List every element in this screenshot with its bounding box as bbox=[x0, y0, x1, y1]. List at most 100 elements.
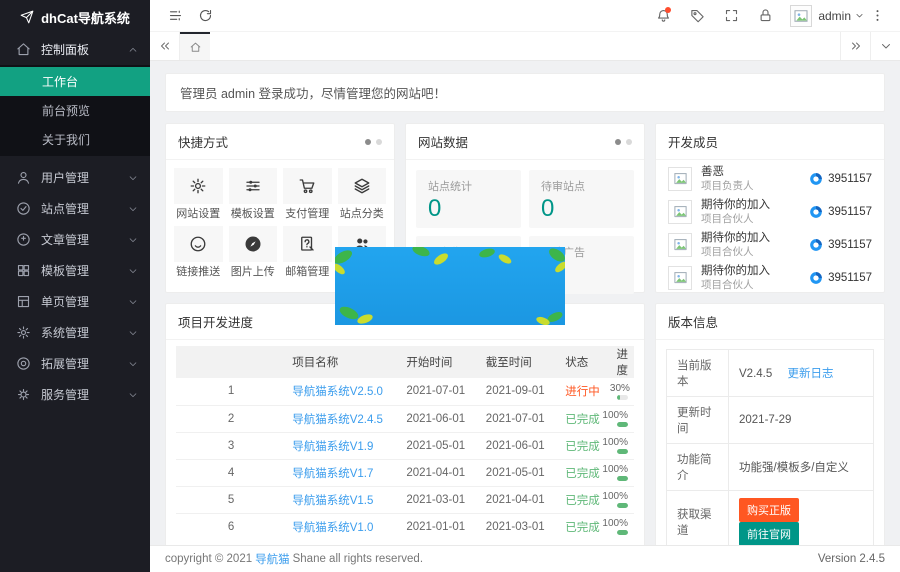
carousel-dots bbox=[615, 139, 632, 145]
project-link[interactable]: 导航猫系统V1.5 bbox=[292, 495, 373, 507]
sidebar-item-user-management[interactable]: 用户管理 bbox=[0, 162, 150, 193]
progress-percent: 100% bbox=[602, 410, 628, 421]
tag-button[interactable] bbox=[680, 0, 714, 32]
end-date: 2021-07-01 bbox=[480, 405, 559, 432]
tabs-scroll-left-button[interactable] bbox=[150, 32, 180, 60]
table-row[interactable]: 1 导航猫系统V2.5.0 2021-07-01 2021-09-01 进行中 … bbox=[176, 378, 634, 405]
project-link[interactable]: 导航猫系统V2.4.5 bbox=[292, 414, 383, 426]
end-date: 2021-04-01 bbox=[480, 486, 559, 513]
progress: 100% bbox=[617, 518, 629, 535]
control-panel-submenu: 工作台 前台预览 关于我们 bbox=[0, 65, 150, 156]
table-row[interactable]: 4 导航猫系统V1.7 2021-04-01 2021-05-01 已完成 10… bbox=[176, 459, 634, 486]
tabs-scroll-right-button[interactable] bbox=[840, 32, 870, 60]
project-link[interactable]: 导航猫系统V1.0 bbox=[292, 522, 373, 534]
status-badge: 已完成 bbox=[565, 441, 600, 453]
quick-action-template-settings[interactable]: 模板设置 bbox=[229, 168, 278, 220]
buy-genuine-button[interactable]: 购买正版 bbox=[739, 498, 799, 522]
stat-value: 0 bbox=[428, 196, 509, 222]
top-header: admin bbox=[150, 0, 900, 32]
welcome-banner: 管理员 admin 登录成功，尽情管理您的网站吧！ bbox=[165, 73, 885, 112]
quick-action-link-push[interactable]: 链接推送 bbox=[174, 226, 223, 278]
fullscreen-button[interactable] bbox=[714, 0, 748, 32]
qq-icon bbox=[809, 271, 823, 285]
project-link[interactable]: 导航猫系统V1.9 bbox=[292, 441, 373, 453]
version-info-card: 版本信息 当前版本 V2.4.5 更新日志 更新时间 2021-7-29 bbox=[655, 303, 885, 545]
sidebar-item-system-management[interactable]: 系统管理 bbox=[0, 317, 150, 348]
version-info-title: 版本信息 bbox=[668, 312, 718, 331]
carousel-dot-active[interactable] bbox=[615, 139, 621, 145]
member-name: 善恶 bbox=[701, 166, 809, 178]
user-menu[interactable]: admin bbox=[818, 9, 864, 23]
cart-icon bbox=[283, 168, 332, 204]
progress-percent: 100% bbox=[602, 464, 628, 475]
end-date: 2021-09-01 bbox=[480, 378, 559, 405]
progress-bar bbox=[617, 476, 629, 481]
quick-action-site-category[interactable]: 站点分类 bbox=[338, 168, 387, 220]
stat-box: 待审站点 0 bbox=[529, 170, 634, 228]
sidebar-item-workbench[interactable]: 工作台 bbox=[0, 67, 150, 96]
collapse-menu-button[interactable] bbox=[160, 0, 190, 32]
lock-button[interactable] bbox=[748, 0, 782, 32]
update-time-label: 更新时间 bbox=[667, 397, 729, 444]
table-row[interactable]: 2 导航猫系统V2.4.5 2021-06-01 2021-07-01 已完成 … bbox=[176, 405, 634, 432]
progress-fill bbox=[617, 422, 629, 427]
stat-label: 待审站点 bbox=[541, 178, 622, 194]
member-avatar bbox=[668, 233, 692, 257]
progress-bar bbox=[617, 449, 629, 454]
progress-percent: 100% bbox=[602, 437, 628, 448]
progress-percent: 100% bbox=[602, 518, 628, 529]
changelog-link[interactable]: 更新日志 bbox=[787, 368, 833, 380]
sidebar-item-article-management[interactable]: 文章管理 bbox=[0, 224, 150, 255]
dev-members-title: 开发成员 bbox=[668, 132, 718, 151]
layers-icon bbox=[338, 168, 387, 204]
carousel-dot[interactable] bbox=[376, 139, 382, 145]
more-options-button[interactable] bbox=[864, 0, 890, 32]
user-icon bbox=[16, 170, 31, 185]
sidebar-item-front-preview[interactable]: 前台预览 bbox=[0, 96, 150, 125]
quick-action-site-settings[interactable]: 网站设置 bbox=[174, 168, 223, 220]
refresh-button[interactable] bbox=[190, 0, 220, 32]
quick-action-image-upload[interactable]: 图片上传 bbox=[229, 226, 278, 278]
app-logo[interactable]: dhCat导航系统 bbox=[0, 0, 150, 34]
project-link[interactable]: 导航猫系统V2.5.0 bbox=[292, 386, 383, 398]
member-role: 项目合伙人 bbox=[701, 213, 809, 225]
start-date: 2021-01-01 bbox=[400, 513, 479, 540]
status-badge: 进行中 bbox=[565, 386, 600, 398]
start-date: 2021-04-01 bbox=[400, 459, 479, 486]
sidebar-item-single-page-management[interactable]: 单页管理 bbox=[0, 286, 150, 317]
carousel-dot[interactable] bbox=[626, 139, 632, 145]
tabs-menu-button[interactable] bbox=[870, 32, 900, 60]
official-site-button[interactable]: 前往官网 bbox=[739, 522, 799, 545]
progress-bar bbox=[617, 530, 629, 535]
caret-down-icon bbox=[855, 11, 864, 20]
member-qq-number: 3951157 bbox=[828, 239, 872, 251]
table-row[interactable]: 5 导航猫系统V1.5 2021-03-01 2021-04-01 已完成 10… bbox=[176, 486, 634, 513]
avatar[interactable] bbox=[790, 5, 812, 27]
member-row: 期待你的加入 项目合伙人 3951157 bbox=[668, 195, 872, 228]
carousel-dot-active[interactable] bbox=[365, 139, 371, 145]
table-header-cell: 项目名称 bbox=[286, 346, 400, 378]
project-link[interactable]: 导航猫系统V1.7 bbox=[292, 468, 373, 480]
table-row[interactable]: 6 导航猫系统V1.0 2021-01-01 2021-03-01 已完成 10… bbox=[176, 513, 634, 540]
sidebar-item-template-management[interactable]: 模板管理 bbox=[0, 255, 150, 286]
tab-home[interactable] bbox=[180, 32, 210, 60]
copyright-suffix: Shane all rights reserved. bbox=[293, 553, 423, 565]
sidebar-item-about-us[interactable]: 关于我们 bbox=[0, 125, 150, 154]
footer-brand-link[interactable]: 导航猫 bbox=[255, 551, 290, 567]
sidebar-item-service-management[interactable]: 服务管理 bbox=[0, 379, 150, 410]
sidebar-item-extension-management[interactable]: 拓展管理 bbox=[0, 348, 150, 379]
chevron-down-icon bbox=[128, 390, 138, 400]
notifications-button[interactable] bbox=[646, 0, 680, 32]
quick-action-mailbox[interactable]: 邮箱管理 bbox=[283, 226, 332, 278]
sidebar-item-control-panel[interactable]: 控制面板 bbox=[0, 34, 150, 65]
smiley-icon bbox=[174, 226, 223, 262]
sidebar-item-site-management[interactable]: 站点管理 bbox=[0, 193, 150, 224]
tab-bar bbox=[150, 32, 900, 61]
quick-action-payment[interactable]: 支付管理 bbox=[283, 168, 332, 220]
qq-icon bbox=[809, 172, 823, 186]
end-date: 2021-05-01 bbox=[480, 459, 559, 486]
kebab-menu-icon bbox=[870, 8, 885, 23]
table-row[interactable]: 3 导航猫系统V1.9 2021-05-01 2021-06-01 已完成 10… bbox=[176, 432, 634, 459]
image-placeholder-icon bbox=[673, 204, 688, 219]
copyright-prefix: copyright © 2021 bbox=[165, 553, 252, 565]
